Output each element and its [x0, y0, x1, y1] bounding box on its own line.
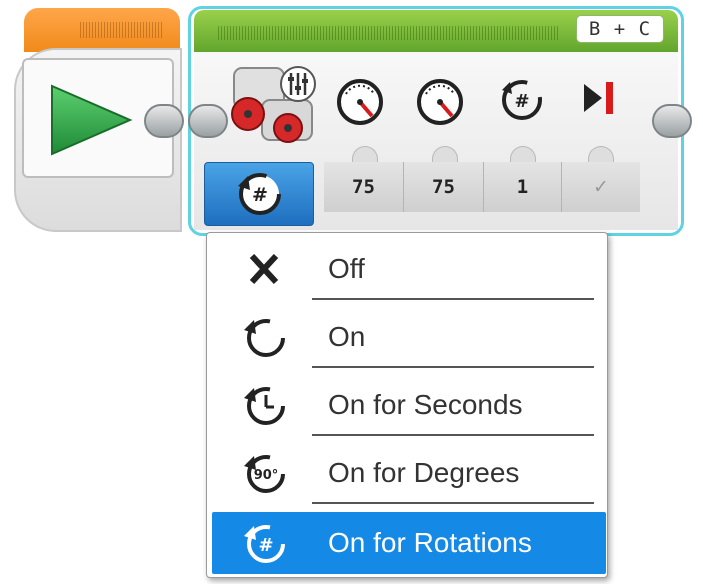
output-connector: [144, 104, 184, 138]
brake-at-end-icon: [584, 82, 613, 114]
menu-item-on-for-degrees[interactable]: 90° On for Degrees: [212, 442, 606, 504]
rotations-value[interactable]: 1: [484, 162, 562, 212]
rotations-mode-icon: #: [238, 173, 281, 215]
menu-item-label: On: [328, 321, 366, 352]
menu-item-on[interactable]: On: [212, 306, 606, 368]
svg-text:#: #: [514, 91, 529, 112]
rotations-icon: #: [502, 80, 542, 120]
menu-item-on-for-seconds[interactable]: On for Seconds: [212, 374, 606, 436]
degrees-icon: 90°: [244, 455, 285, 493]
play-triangle-icon[interactable]: [44, 82, 136, 158]
svg-text:90°: 90°: [254, 468, 279, 483]
clock-icon: [244, 387, 285, 425]
menu-item-label: On for Rotations: [328, 527, 532, 558]
port-selector[interactable]: B + C: [576, 15, 664, 43]
steering-dial-icon: [337, 79, 383, 125]
menu-item-off[interactable]: Off: [212, 238, 606, 300]
menu-separator: [312, 502, 594, 504]
menu-item-label: On for Degrees: [328, 457, 520, 488]
menu-item-label: Off: [328, 253, 365, 284]
menu-separator: [312, 434, 594, 436]
menu-separator: [312, 366, 594, 368]
menu-item-label: On for Seconds: [328, 389, 523, 420]
input-connector: [188, 104, 228, 138]
steering-value[interactable]: 75: [324, 162, 404, 212]
rotate-icon: [244, 319, 285, 357]
output-connector-right: [652, 104, 692, 138]
svg-text:#: #: [258, 535, 273, 556]
brake-value[interactable]: ✓: [562, 162, 640, 212]
x-icon: [249, 253, 279, 285]
power-value[interactable]: 75: [404, 162, 484, 212]
power-dial-icon: [417, 79, 463, 125]
sliders-icon[interactable]: [278, 64, 318, 104]
menu-item-on-for-rotations[interactable]: # On for Rotations: [212, 512, 606, 574]
svg-text:#: #: [252, 184, 268, 206]
start-block-header: [24, 8, 180, 52]
rotations-icon: #: [244, 525, 285, 563]
menu-separator: [312, 298, 594, 300]
